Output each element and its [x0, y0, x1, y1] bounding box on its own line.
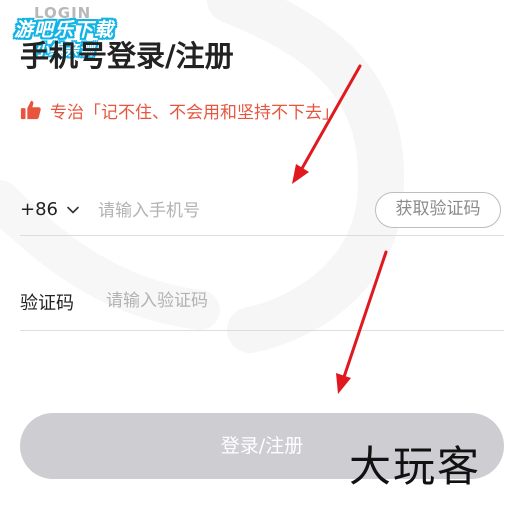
verification-code-input[interactable]: [106, 287, 406, 315]
phone-row: +86 获取验证码: [20, 187, 504, 236]
login-page: LOGIN 游吧乐下载 小编亲测 手机号登录/注册 专治「记不住、不会用和坚持不…: [0, 0, 510, 506]
chevron-down-icon: [67, 206, 79, 213]
verification-code-row: 验证码: [20, 275, 504, 331]
thumbs-up-icon: [20, 100, 41, 120]
phone-input[interactable]: [98, 197, 358, 225]
tagline: 专治「记不住、不会用和坚持不下去」: [20, 98, 339, 123]
get-code-button[interactable]: 获取验证码: [375, 192, 501, 228]
verification-code-label: 验证码: [20, 293, 74, 314]
country-code-value: +86: [20, 199, 58, 220]
tagline-text: 专治「记不住、不会用和坚持不下去」: [50, 102, 339, 123]
country-code-selector[interactable]: +86: [20, 199, 80, 220]
watermark-bottom: 大玩客: [349, 442, 482, 491]
page-title: 手机号登录/注册: [20, 39, 234, 73]
